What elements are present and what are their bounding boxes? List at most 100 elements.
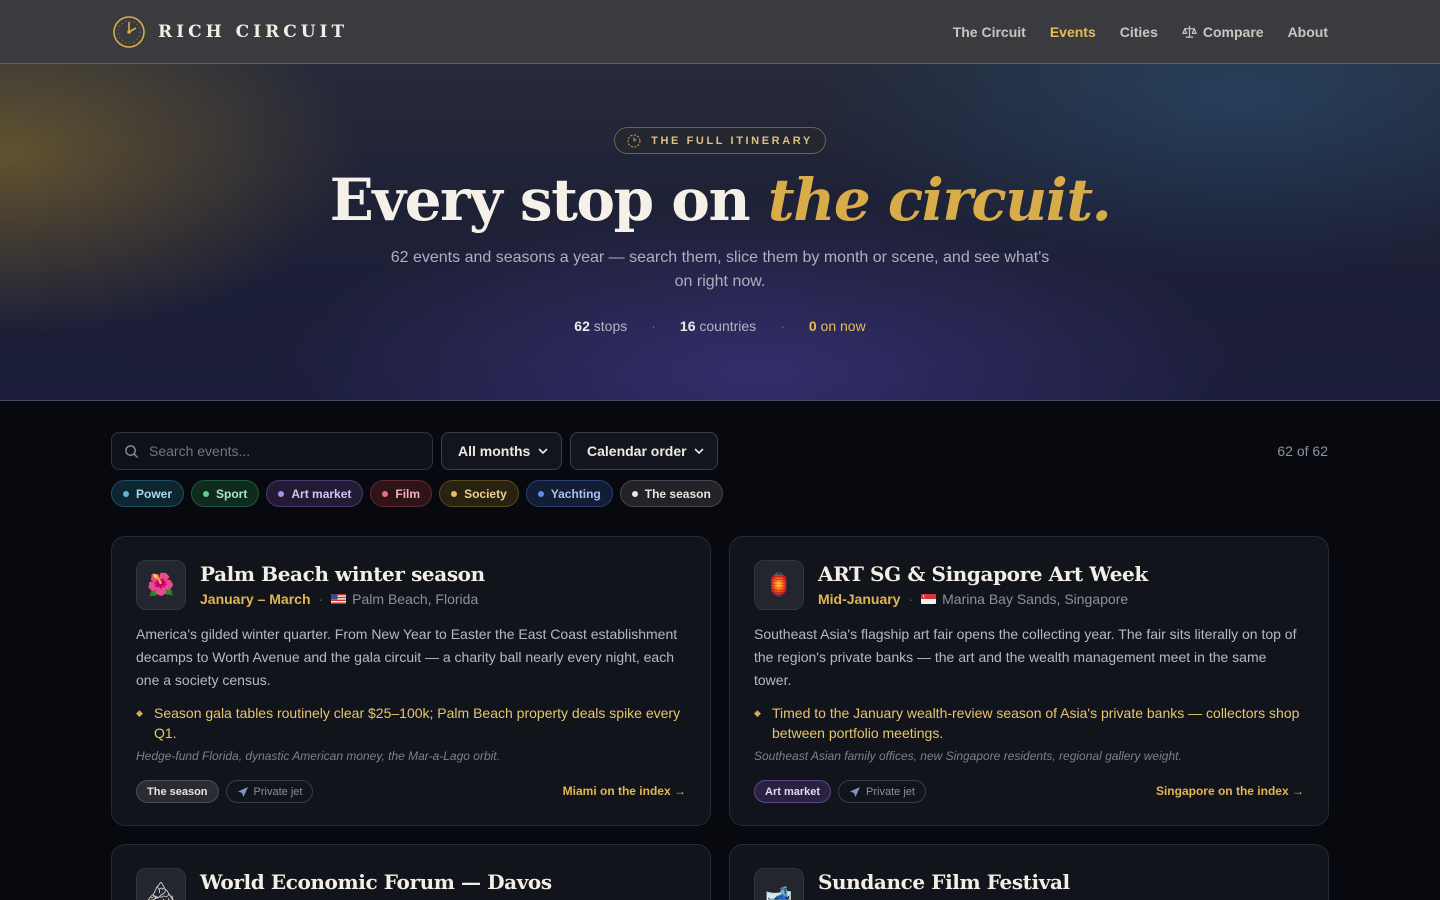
stat-divider: · xyxy=(651,318,656,334)
event-insight: Timed to the January wealth-review seaso… xyxy=(754,703,1306,743)
event-title: Sundance Film Festival xyxy=(818,870,1070,894)
month-filter-select[interactable]: All months xyxy=(441,432,562,470)
category-chip-label: The season xyxy=(644,486,711,501)
event-card[interactable]: 🎿 Sundance Film Festival xyxy=(729,844,1329,900)
category-chip-art-market[interactable]: Art market xyxy=(266,480,364,507)
nav-link-the-circuit[interactable]: The Circuit xyxy=(953,24,1026,40)
compass-icon xyxy=(627,134,641,147)
brand-name: RICH CIRCUIT xyxy=(158,21,349,42)
event-when: January – March xyxy=(200,591,311,607)
arrow-right-icon: → xyxy=(1292,784,1304,798)
event-title: ART SG & Singapore Art Week xyxy=(818,562,1148,586)
meta-separator: · xyxy=(318,591,324,607)
event-card[interactable]: 🏔 World Economic Forum — Davos xyxy=(111,844,711,900)
search-box[interactable] xyxy=(111,432,433,470)
hero-eyebrow-text: THE FULL ITINERARY xyxy=(651,134,813,147)
mountain-icon: 🏔 xyxy=(136,868,186,900)
meta-separator: · xyxy=(908,591,914,607)
lantern-icon: 🏮 xyxy=(754,560,804,610)
travel-tag-label: Private jet xyxy=(866,785,915,798)
category-dot xyxy=(451,490,458,497)
hero: THE FULL ITINERARY Every stop on the cir… xyxy=(0,64,1440,401)
category-chip-yachting[interactable]: Yachting xyxy=(525,480,613,507)
event-when: Mid-January xyxy=(818,591,901,607)
travel-tag: Private jet xyxy=(225,780,314,803)
event-description: America's gilded winter quarter. From Ne… xyxy=(136,626,678,688)
chevron-down-icon xyxy=(538,448,548,455)
event-card[interactable]: 🏮 ART SG & Singapore Art Week Mid-Januar… xyxy=(729,536,1329,826)
category-chip-the-season[interactable]: The season xyxy=(619,480,723,507)
stat-stops: 62 stops xyxy=(574,318,627,334)
hero-stats: 62 stops · 16 countries · 0 on now xyxy=(0,318,1440,334)
search-input[interactable] xyxy=(149,443,409,459)
city-index-link[interactable]: Singapore on the index → xyxy=(1156,784,1304,798)
nav-link-cities[interactable]: Cities xyxy=(1120,24,1158,40)
event-insight: Season gala tables routinely clear $25–1… xyxy=(136,703,688,743)
category-chip-label: Yachting xyxy=(550,486,601,501)
event-card[interactable]: 🌺 Palm Beach winter season January – Mar… xyxy=(111,536,711,826)
category-chip-film[interactable]: Film xyxy=(370,480,433,507)
scales-icon xyxy=(1182,25,1197,38)
city-index-link-label: Singapore on the index xyxy=(1155,784,1289,798)
top-nav: RICH CIRCUIT The Circuit Events Cities C… xyxy=(0,0,1440,64)
sg-flag-icon xyxy=(921,594,937,604)
category-chip-label: Society xyxy=(464,486,507,501)
nav-link-compare[interactable]: Compare xyxy=(1182,24,1264,40)
category-filter-chips: Power Sport Art market Film Society Yachting T… xyxy=(111,480,723,507)
airplane-icon xyxy=(237,786,248,797)
nav-links: The Circuit Events Cities Compare About xyxy=(953,24,1328,40)
category-dot xyxy=(382,490,389,497)
category-chip-society[interactable]: Society xyxy=(439,480,519,507)
stat-on-now: 0 on now xyxy=(809,318,866,334)
event-location: Marina Bay Sands, Singapore xyxy=(921,591,1128,607)
travel-tag-label: Private jet xyxy=(253,785,303,798)
chevron-down-icon xyxy=(694,448,704,455)
page-title: Every stop on the circuit. xyxy=(0,166,1440,234)
category-dot xyxy=(631,490,638,497)
nav-link-about[interactable]: About xyxy=(1288,24,1328,40)
arrow-right-icon: → xyxy=(674,784,686,798)
search-icon xyxy=(125,444,138,458)
hero-eyebrow: THE FULL ITINERARY xyxy=(614,127,826,154)
event-title: Palm Beach winter season xyxy=(200,562,485,586)
sort-order-value: Calendar order xyxy=(587,443,687,459)
event-title: World Economic Forum — Davos xyxy=(200,870,552,894)
result-count: 62 of 62 xyxy=(1277,443,1328,459)
stat-countries-value: 16 xyxy=(679,318,696,334)
event-description: Southeast Asia's flagship art fair opens… xyxy=(754,626,1297,688)
brand-logo[interactable]: RICH CIRCUIT xyxy=(112,15,348,49)
airplane-icon xyxy=(850,786,861,797)
category-chip-label: Film xyxy=(395,486,421,501)
category-dot xyxy=(203,490,210,497)
category-chip-power[interactable]: Power xyxy=(111,480,185,507)
stat-countries-label: countries xyxy=(695,318,757,334)
event-location-text: Marina Bay Sands, Singapore xyxy=(942,591,1129,607)
scene-tag[interactable]: Art market xyxy=(754,780,832,803)
category-dot xyxy=(278,490,285,497)
sort-order-select[interactable]: Calendar order xyxy=(570,432,718,470)
nav-link-compare-label: Compare xyxy=(1202,23,1264,40)
scene-tag[interactable]: The season xyxy=(136,780,219,803)
ski-icon: 🎿 xyxy=(754,868,804,900)
category-chip-label: Art market xyxy=(291,486,352,501)
month-filter-value: All months xyxy=(458,443,531,459)
stat-stops-value: 62 xyxy=(574,318,590,334)
page-title-accent: the circuit. xyxy=(767,166,1112,234)
nav-link-events[interactable]: Events xyxy=(1050,24,1096,40)
page-title-main: Every stop on xyxy=(329,166,768,234)
event-tags: The season Private jet xyxy=(136,780,314,803)
stat-countries: 16 countries xyxy=(680,318,756,334)
stat-divider: · xyxy=(780,318,785,334)
category-dot xyxy=(537,490,544,497)
compass-clock-icon xyxy=(113,15,145,48)
city-index-link[interactable]: Miami on the index → xyxy=(563,784,686,798)
category-chip-label: Power xyxy=(136,486,173,501)
category-chip-sport[interactable]: Sport xyxy=(191,480,260,507)
category-dot xyxy=(123,490,129,497)
stat-stops-label: stops xyxy=(589,318,628,334)
category-chip-label: Sport xyxy=(216,486,248,501)
stat-on-now-label: on now xyxy=(816,318,866,334)
us-flag-icon xyxy=(331,594,347,604)
event-audience: Southeast Asian family offices, new Sing… xyxy=(754,749,1182,763)
travel-tag: Private jet xyxy=(838,780,926,803)
